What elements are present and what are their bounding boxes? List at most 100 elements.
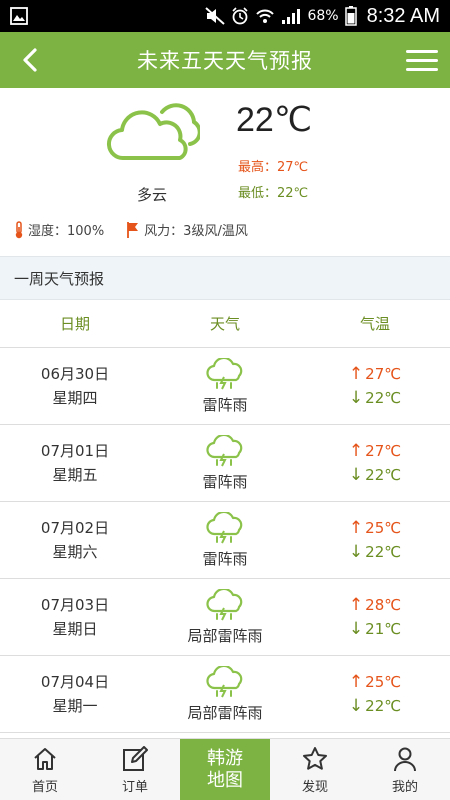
arrow-up-icon: ↑ — [348, 364, 364, 384]
current-weather: 多云 22℃ 最高：27℃ 最低：22℃ 湿度：100% 风力：3级风/温风 — [0, 88, 450, 256]
home-icon — [34, 747, 56, 770]
table-row: 06月30日 星期四 雷阵雨 ↑ 27℃ ↓ 22℃ — [0, 348, 450, 425]
battery-percent: 68% — [307, 8, 339, 24]
low-temp: ↓ 22℃ — [349, 463, 401, 487]
thermometer-icon — [15, 220, 23, 238]
arrow-up-icon: ↑ — [348, 595, 364, 615]
hamburger-icon-line — [406, 58, 438, 62]
weather-text: 雷阵雨 — [202, 395, 248, 414]
nav-mine[interactable]: 我的 — [360, 739, 450, 800]
date-cell: 07月02日 星期六 — [0, 516, 150, 564]
date-cell: 06月30日 星期四 — [0, 362, 150, 410]
thunderstorm-icon — [206, 434, 243, 466]
high-temp: ↑ 25℃ — [349, 516, 401, 540]
date-text: 07月02日 — [40, 519, 110, 537]
weather-cell: 雷阵雨 — [150, 511, 300, 569]
low-temp: ↓ 22℃ — [349, 386, 401, 410]
weekday-text: 星期五 — [52, 466, 98, 484]
arrow-down-icon: ↓ — [348, 696, 364, 716]
weather-cell: 雷阵雨 — [150, 434, 300, 492]
menu-button[interactable] — [406, 44, 438, 76]
thunderstorm-icon — [206, 511, 243, 543]
column-header-weather: 天气 — [209, 315, 240, 333]
humidity-item: 湿度：100% — [14, 220, 104, 239]
forecast-list: 06月30日 星期四 雷阵雨 ↑ 27℃ ↓ 22℃ 07月01日 星期五 雷阵… — [0, 348, 450, 733]
signal-icon — [282, 9, 301, 24]
hamburger-icon-line — [406, 67, 438, 71]
star-icon — [303, 746, 327, 770]
high-temp: ↑ 27℃ — [349, 439, 401, 463]
arrow-down-icon: ↓ — [348, 542, 364, 562]
nav-home[interactable]: 首页 — [0, 739, 90, 800]
table-row: 07月01日 星期五 雷阵雨 ↑ 27℃ ↓ 22℃ — [0, 425, 450, 502]
gallery-icon — [10, 7, 28, 25]
flag-icon — [127, 221, 139, 238]
low-temp: ↓ 21℃ — [349, 617, 401, 641]
nav-map-line1: 韩游 — [207, 748, 243, 769]
section-header: 一周天气预报 — [0, 256, 450, 300]
date-cell: 07月04日 星期一 — [0, 670, 150, 718]
low-temp-value: 22℃ — [365, 466, 402, 484]
high-temp-value: 27℃ — [365, 365, 402, 383]
high-temp-value: 28℃ — [365, 596, 402, 614]
weather-text: 雷阵雨 — [202, 549, 248, 568]
table-row: 07月02日 星期六 雷阵雨 ↑ 25℃ ↓ 22℃ — [0, 502, 450, 579]
thunderstorm-icon — [206, 588, 243, 620]
nav-home-label: 首页 — [31, 779, 58, 795]
arrow-up-icon: ↑ — [348, 518, 364, 538]
bottom-nav: 首页 订单 韩游 地图 发现 我的 — [0, 738, 450, 800]
high-temp: ↑ 27℃ — [349, 362, 401, 386]
nav-orders[interactable]: 订单 — [90, 739, 180, 800]
low-temp-value: 22℃ — [365, 543, 402, 561]
date-text: 07月01日 — [40, 442, 110, 460]
high-temp-value: 25℃ — [365, 673, 402, 691]
weekday-text: 星期六 — [52, 543, 98, 561]
nav-discover[interactable]: 发现 — [270, 739, 360, 800]
chevron-left-icon — [23, 48, 37, 72]
low-temp-value: 22℃ — [365, 389, 402, 407]
nav-mine-label: 我的 — [391, 779, 418, 795]
alarm-icon — [232, 7, 249, 25]
date-text: 06月30日 — [40, 365, 110, 383]
weekday-text: 星期一 — [52, 697, 98, 715]
weather-text: 雷阵雨 — [202, 472, 248, 491]
battery-icon — [344, 6, 357, 26]
edit-icon — [123, 745, 148, 771]
hamburger-icon-line — [406, 49, 438, 53]
back-button[interactable] — [12, 40, 48, 80]
weather-cell: 雷阵雨 — [150, 357, 300, 415]
cloudy-icon — [106, 103, 200, 161]
arrow-down-icon: ↓ — [348, 388, 364, 408]
nav-map[interactable]: 韩游 地图 — [180, 739, 270, 800]
thunderstorm-icon — [206, 357, 243, 389]
weather-cell: 局部雷阵雨 — [150, 588, 300, 646]
weather-text: 局部雷阵雨 — [187, 626, 263, 645]
clock: 8:32 AM — [366, 4, 440, 27]
weather-text: 局部雷阵雨 — [187, 703, 263, 722]
thunderstorm-icon — [206, 665, 243, 697]
arrow-up-icon: ↑ — [348, 672, 364, 692]
temp-cell: ↑ 27℃ ↓ 22℃ — [300, 439, 450, 487]
low-temp-value: 21℃ — [365, 620, 402, 638]
low-temp-value: 22℃ — [365, 697, 402, 715]
date-cell: 07月01日 星期五 — [0, 439, 150, 487]
wind-item: 风力：3级风/温风 — [126, 220, 248, 239]
date-cell: 07月03日 星期日 — [0, 593, 150, 641]
weekday-text: 星期四 — [52, 389, 98, 407]
wind-text: 风力：3级风/温风 — [144, 224, 248, 239]
temp-cell: ↑ 25℃ ↓ 22℃ — [300, 516, 450, 564]
high-temp: ↑ 25℃ — [349, 670, 401, 694]
high-temp-value: 27℃ — [365, 442, 402, 460]
wifi-icon — [256, 9, 275, 23]
weekday-text: 星期日 — [52, 620, 98, 638]
column-header-date: 日期 — [59, 315, 90, 333]
page-title: 未来五天天气预报 — [137, 49, 313, 73]
low-temp: ↓ 22℃ — [349, 540, 401, 564]
nav-discover-label: 发现 — [301, 779, 328, 795]
temp-cell: ↑ 27℃ ↓ 22℃ — [300, 362, 450, 410]
table-row: 07月04日 星期一 局部雷阵雨 ↑ 25℃ ↓ 22℃ — [0, 656, 450, 733]
mute-icon — [205, 7, 226, 25]
nav-orders-label: 订单 — [121, 779, 148, 795]
low-temperature: 最低：22℃ — [238, 186, 309, 201]
humidity-text: 湿度：100% — [28, 224, 105, 239]
